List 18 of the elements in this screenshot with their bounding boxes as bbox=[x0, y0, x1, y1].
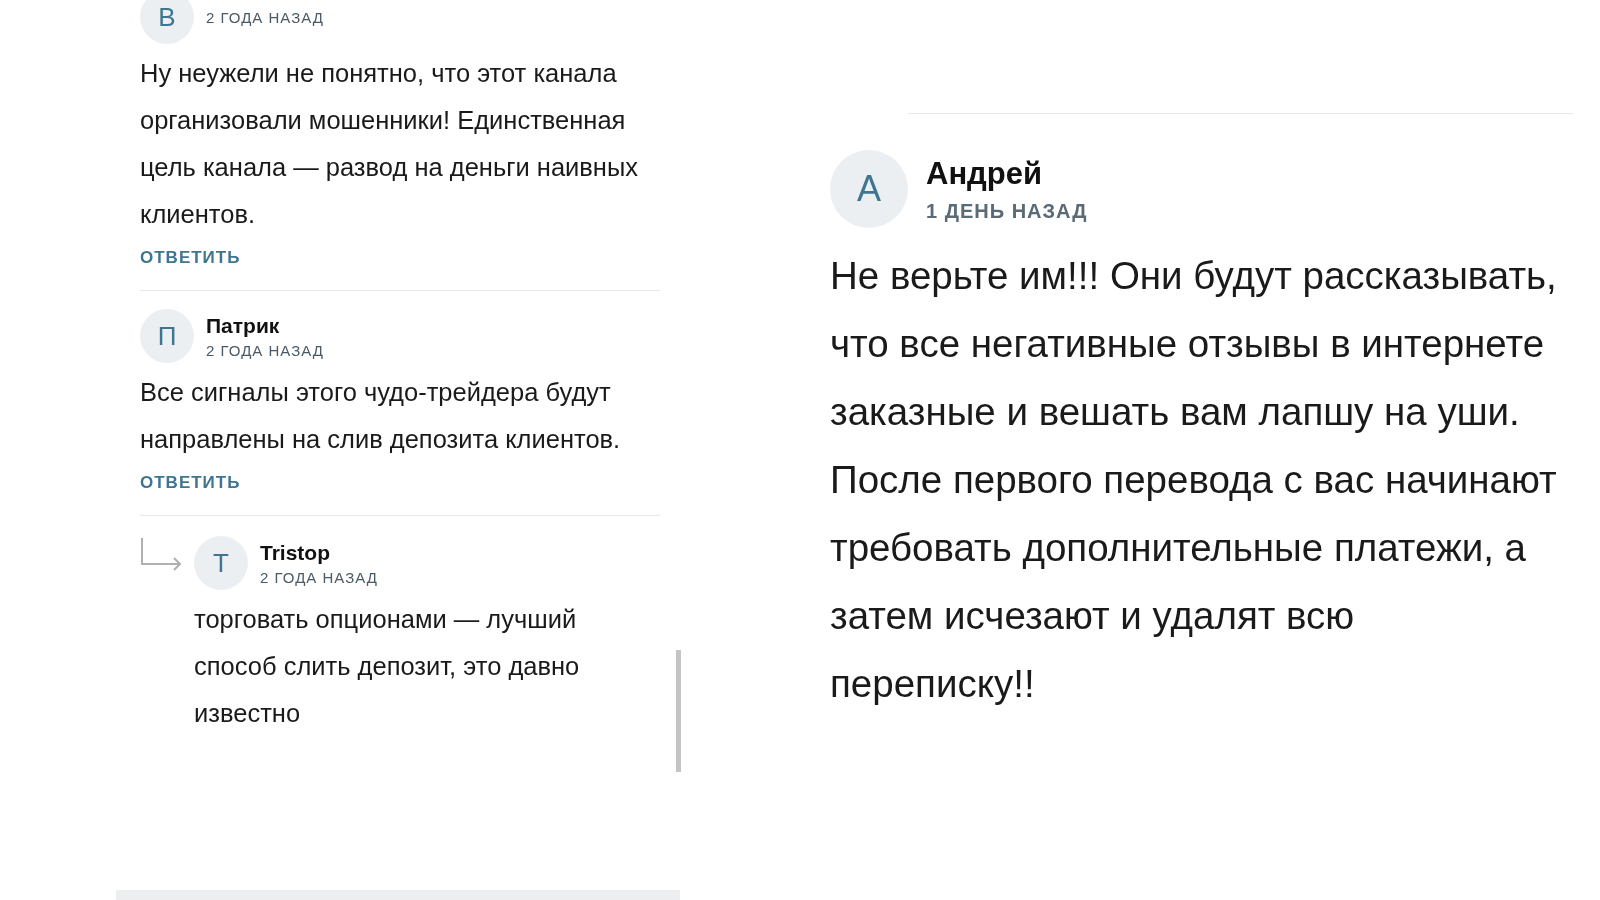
avatar: T bbox=[194, 536, 248, 590]
author-name: Патрик bbox=[206, 313, 281, 338]
reply-link[interactable]: ОТВЕТИТЬ bbox=[140, 473, 241, 493]
comment-text: Не верьте им!!! Они будут рассказывать, что все негативные отзывы в интернете заказные и вешать вам лапшу на уши. После первого перевода с вас начинают требовать дополнительные платежи, а затем исчезают и удалят всю переписку!! bbox=[830, 253, 1558, 707]
comment-text: Все сигналы этого чудо-трейдера будут направлены на слив депозита клиентов. bbox=[140, 377, 622, 455]
reply-link[interactable]: ОТВЕТИТЬ bbox=[140, 248, 241, 268]
comment-text: торговать опционами — лучший способ слить депозит, это давно известно bbox=[194, 604, 581, 729]
comment-time: 1 ДЕНЬ НАЗАД bbox=[926, 199, 1088, 223]
avatar: А bbox=[830, 150, 908, 228]
avatar: B bbox=[140, 0, 194, 44]
comment-time: 2 ГОДА НАЗАД bbox=[260, 568, 378, 586]
comment-time: 2 ГОДА НАЗАД bbox=[206, 8, 324, 26]
author-name: Tristop bbox=[260, 540, 331, 565]
author-name: Андрей bbox=[926, 155, 1044, 192]
comment-time: 2 ГОДА НАЗАД bbox=[206, 341, 324, 359]
comment-text: Ну неужели не понятно, что этот канала организовали мошенники! Единственная цель канала — развод на деньги наивных клиентов. bbox=[140, 58, 640, 230]
avatar: П bbox=[140, 309, 194, 363]
scrollbar[interactable] bbox=[676, 650, 681, 772]
